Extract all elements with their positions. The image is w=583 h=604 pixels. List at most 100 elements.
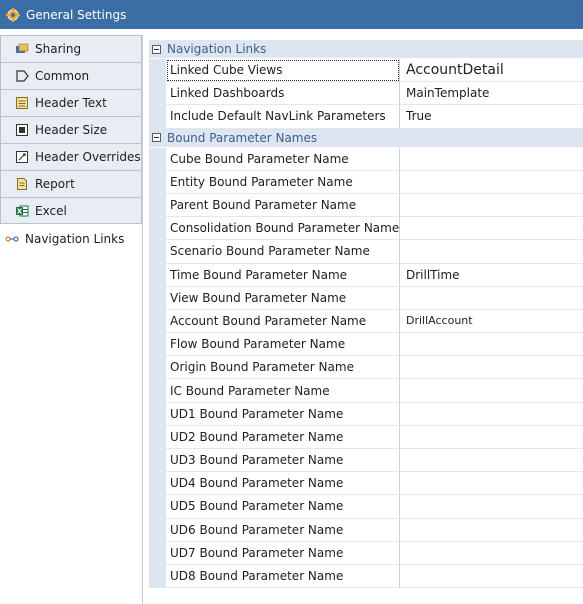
- property-value[interactable]: [400, 495, 583, 519]
- property-grid: Navigation Links Linked Cube Views Accou…: [149, 40, 583, 604]
- sidebar-item-excel[interactable]: Excel: [0, 197, 142, 224]
- property-value[interactable]: [400, 171, 583, 194]
- sidebar-item-header-text[interactable]: Header Text: [0, 89, 142, 116]
- sidebar-item-label: Header Text: [35, 96, 107, 110]
- collapse-icon[interactable]: [152, 44, 161, 54]
- property-row[interactable]: Account Bound Parameter Name DrillAccount: [149, 309, 583, 334]
- property-value[interactable]: DrillTime: [400, 264, 583, 287]
- property-name[interactable]: UD3 Bound Parameter Name: [166, 449, 400, 473]
- sidebar-item-label: Report: [35, 177, 75, 191]
- sidebar-item-common[interactable]: Common: [0, 62, 142, 89]
- property-name[interactable]: UD4 Bound Parameter Name: [166, 472, 400, 496]
- property-row[interactable]: Linked Cube Views AccountDetail: [149, 59, 583, 83]
- category-label: Navigation Links: [167, 42, 267, 56]
- property-name[interactable]: Scenario Bound Parameter Name: [166, 240, 400, 264]
- property-value[interactable]: MainTemplate: [400, 82, 583, 106]
- property-name[interactable]: Cube Bound Parameter Name: [166, 147, 400, 171]
- property-row[interactable]: UD1 Bound Parameter Name: [149, 402, 583, 426]
- excel-icon: [15, 204, 29, 218]
- property-value[interactable]: True: [400, 105, 583, 129]
- property-name[interactable]: Time Bound Parameter Name: [166, 263, 400, 287]
- sidebar-item-label: Sharing: [35, 42, 82, 56]
- property-value[interactable]: [400, 356, 583, 380]
- property-value[interactable]: [400, 542, 583, 565]
- sidebar-item-label: Header Overrides: [35, 150, 141, 164]
- property-name[interactable]: UD1 Bound Parameter Name: [166, 402, 400, 426]
- property-row[interactable]: Consolidation Bound Parameter Name: [149, 217, 583, 241]
- property-name[interactable]: IC Bound Parameter Name: [166, 379, 400, 403]
- property-value[interactable]: [400, 449, 583, 473]
- property-row[interactable]: IC Bound Parameter Name: [149, 379, 583, 403]
- property-name[interactable]: Consolidation Bound Parameter Name: [166, 217, 400, 241]
- property-name[interactable]: Parent Bound Parameter Name: [166, 193, 400, 218]
- header-overrides-icon: [15, 150, 29, 164]
- category-navigation-links[interactable]: Navigation Links: [149, 40, 583, 59]
- collapse-icon[interactable]: [152, 133, 161, 143]
- property-name[interactable]: UD2 Bound Parameter Name: [166, 425, 400, 449]
- property-row[interactable]: Time Bound Parameter Name DrillTime: [149, 263, 583, 287]
- property-value[interactable]: [400, 472, 583, 496]
- property-name[interactable]: Entity Bound Parameter Name: [166, 170, 400, 194]
- navigation-links-icon: [5, 232, 19, 246]
- property-name[interactable]: UD8 Bound Parameter Name: [166, 564, 400, 589]
- settings-sidebar: Sharing Common Header Text Header Size H…: [0, 35, 143, 604]
- property-value[interactable]: [400, 426, 583, 449]
- property-row[interactable]: UD2 Bound Parameter Name: [149, 425, 583, 449]
- property-name[interactable]: View Bound Parameter Name: [166, 286, 400, 310]
- property-value[interactable]: [400, 194, 583, 218]
- sidebar-item-label: Common: [35, 69, 90, 83]
- property-row[interactable]: UD8 Bound Parameter Name: [149, 564, 583, 589]
- property-row[interactable]: Scenario Bound Parameter Name: [149, 240, 583, 264]
- property-row[interactable]: Origin Bound Parameter Name: [149, 356, 583, 380]
- property-row[interactable]: UD7 Bound Parameter Name: [149, 541, 583, 565]
- report-icon: [15, 177, 29, 191]
- sidebar-item-header-size[interactable]: Header Size: [0, 116, 142, 143]
- property-name[interactable]: Flow Bound Parameter Name: [166, 333, 400, 357]
- property-name[interactable]: UD5 Bound Parameter Name: [166, 495, 400, 519]
- property-name[interactable]: UD6 Bound Parameter Name: [166, 518, 400, 542]
- property-value[interactable]: [400, 148, 583, 171]
- sidebar-item-navigation-links[interactable]: Navigation Links: [0, 226, 142, 252]
- property-name[interactable]: UD7 Bound Parameter Name: [166, 541, 400, 565]
- property-row[interactable]: UD4 Bound Parameter Name: [149, 472, 583, 496]
- window-title: General Settings: [26, 7, 127, 22]
- property-name[interactable]: Linked Dashboards: [166, 82, 400, 106]
- property-row[interactable]: View Bound Parameter Name: [149, 286, 583, 310]
- property-row[interactable]: Flow Bound Parameter Name: [149, 333, 583, 357]
- category-bound-parameter-names[interactable]: Bound Parameter Names: [149, 128, 583, 148]
- header-text-icon: [15, 96, 29, 110]
- property-value[interactable]: [400, 333, 583, 357]
- property-value[interactable]: [400, 403, 583, 426]
- property-value[interactable]: [400, 565, 583, 589]
- property-row[interactable]: Cube Bound Parameter Name: [149, 147, 583, 171]
- sidebar-item-label: Header Size: [35, 123, 108, 137]
- gear-icon: [6, 7, 20, 22]
- property-value[interactable]: [400, 379, 583, 403]
- property-row[interactable]: UD5 Bound Parameter Name: [149, 495, 583, 519]
- sidebar-item-label: Navigation Links: [25, 232, 125, 246]
- property-row[interactable]: UD3 Bound Parameter Name: [149, 449, 583, 473]
- property-value[interactable]: DrillAccount: [400, 310, 583, 334]
- sidebar-item-header-overrides[interactable]: Header Overrides: [0, 143, 142, 170]
- sidebar-item-sharing[interactable]: Sharing: [0, 35, 142, 62]
- sharing-icon: [15, 42, 29, 56]
- property-name[interactable]: Account Bound Parameter Name: [166, 309, 400, 334]
- property-row[interactable]: Parent Bound Parameter Name: [149, 193, 583, 218]
- property-value[interactable]: [400, 519, 583, 542]
- property-value[interactable]: [400, 217, 583, 241]
- header-size-icon: [15, 123, 29, 137]
- property-name[interactable]: Origin Bound Parameter Name: [166, 356, 400, 380]
- property-value[interactable]: AccountDetail: [400, 59, 583, 83]
- property-row[interactable]: Include Default NavLink Parameters True: [149, 105, 583, 129]
- property-row[interactable]: UD6 Bound Parameter Name: [149, 518, 583, 542]
- title-bar: General Settings: [0, 0, 583, 29]
- common-icon: [15, 69, 29, 83]
- property-row[interactable]: Linked Dashboards MainTemplate: [149, 82, 583, 106]
- category-label: Bound Parameter Names: [167, 130, 318, 145]
- sidebar-item-report[interactable]: Report: [0, 170, 142, 197]
- property-row[interactable]: Entity Bound Parameter Name: [149, 170, 583, 194]
- property-name[interactable]: Linked Cube Views: [166, 59, 400, 83]
- property-value[interactable]: [400, 287, 583, 310]
- property-value[interactable]: [400, 240, 583, 264]
- property-name[interactable]: Include Default NavLink Parameters: [166, 105, 400, 129]
